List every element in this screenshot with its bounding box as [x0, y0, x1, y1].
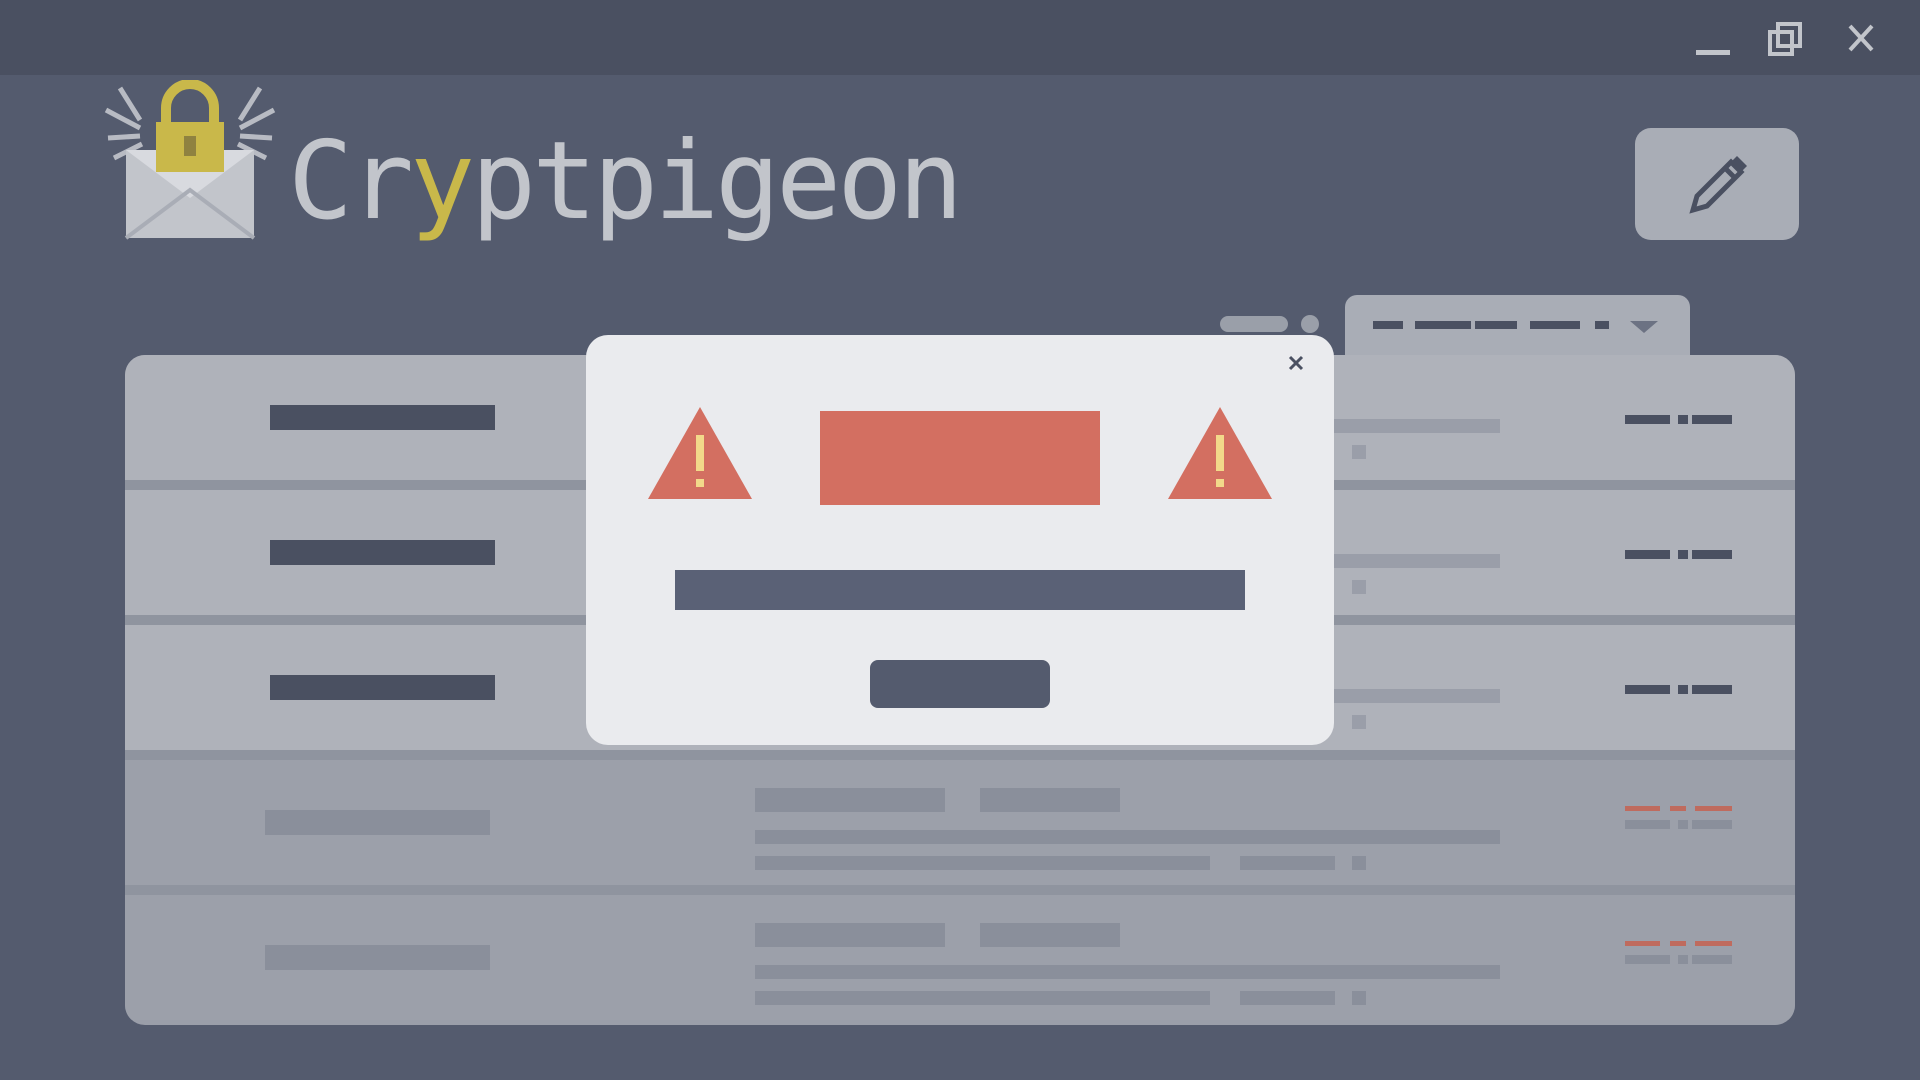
sender-name — [270, 540, 495, 565]
message-date — [1625, 955, 1670, 964]
dropdown-text — [1373, 321, 1403, 329]
message-date — [1625, 820, 1670, 829]
warning-triangle-icon — [648, 407, 752, 499]
maximize-icon[interactable] — [1762, 18, 1812, 62]
attachment-indicator — [1352, 715, 1366, 729]
message-date — [1625, 415, 1670, 424]
message-date — [1625, 550, 1670, 559]
close-icon[interactable] — [1284, 351, 1308, 375]
message-date — [1625, 685, 1670, 694]
sender-name — [265, 810, 490, 835]
attachment-indicator — [1352, 580, 1366, 594]
attachment-indicator — [1352, 445, 1366, 459]
unverified-indicator — [1625, 806, 1660, 811]
attachment-indicator — [1352, 991, 1366, 1005]
sender-name — [265, 945, 490, 970]
unverified-indicator — [1625, 941, 1660, 946]
dialog-title — [820, 411, 1100, 505]
message-subject — [755, 923, 945, 947]
dialog-message — [675, 570, 1245, 610]
app-title: Cryptpigeon — [288, 119, 963, 244]
warning-triangle-icon — [1168, 407, 1272, 499]
message-preview — [755, 965, 1500, 979]
toggle-knob — [1301, 315, 1319, 333]
chevron-down-icon — [1630, 321, 1658, 333]
list-item[interactable] — [125, 760, 1795, 885]
title-bar — [0, 0, 1920, 75]
message-preview — [755, 830, 1500, 844]
message-subject — [755, 788, 945, 812]
filter-dropdown[interactable] — [1345, 295, 1690, 355]
sender-name — [270, 675, 495, 700]
pencil-icon — [1689, 156, 1747, 214]
toggle-switch[interactable] — [1220, 316, 1288, 332]
minimize-icon[interactable] — [1688, 18, 1738, 62]
close-icon[interactable] — [1836, 18, 1886, 62]
warning-dialog — [586, 335, 1334, 745]
attachment-indicator — [1352, 856, 1366, 870]
sender-name — [270, 405, 495, 430]
list-item[interactable] — [125, 895, 1795, 1020]
compose-button[interactable] — [1635, 128, 1799, 240]
padlock-envelope-wings-icon — [100, 79, 280, 245]
ok-button[interactable] — [870, 660, 1050, 708]
